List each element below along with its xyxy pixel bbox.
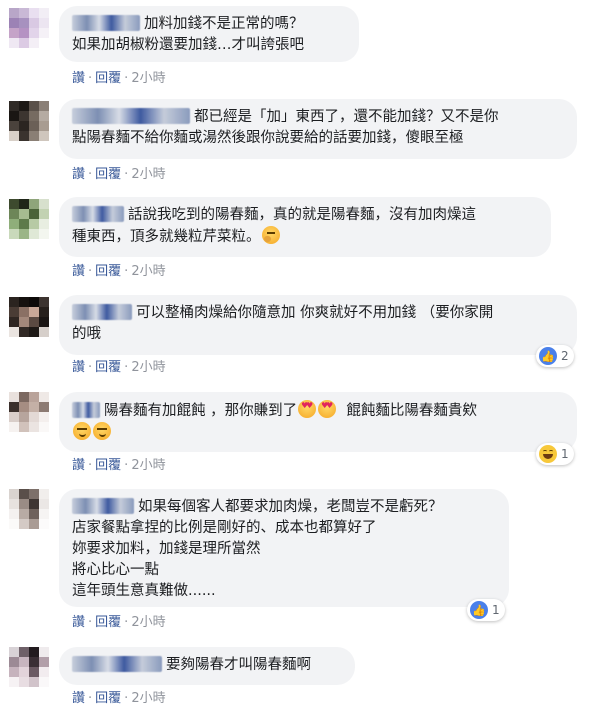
commenter-name[interactable] (72, 15, 140, 31)
avatar[interactable] (9, 199, 49, 239)
comment-feed: 加料加錢不是正常的嗎？ 如果加胡椒粉還要加錢…才叫誇張吧 讚 · 回覆 · 2小時 都已… (0, 0, 616, 718)
reaction-count[interactable]: 👍 2 (536, 345, 574, 367)
comment-text: 話說我吃到的陽春麵，真的就是陽春麵，沒有加肉燥這 (128, 207, 476, 223)
comment-text: 可以整桶肉燥給你隨意加 你爽就好不用加錢 （要你家開 (136, 305, 494, 321)
comment-text: 加料加錢不是正常的嗎？ (144, 16, 304, 32)
commenter-name[interactable] (72, 108, 190, 124)
comment-text: 陽春麵有加餛飩 ，那你賺到了 (104, 403, 298, 419)
like-button[interactable]: 讚 (72, 615, 85, 630)
like-button[interactable]: 讚 (72, 264, 85, 279)
reply-button[interactable]: 回覆 (95, 71, 121, 86)
commenter-name[interactable] (72, 304, 132, 320)
reply-button[interactable]: 回覆 (95, 691, 121, 706)
comment-text: 如果加胡椒粉還要加錢…才叫誇張吧 (72, 37, 304, 53)
commenter-name[interactable] (72, 402, 100, 418)
comment-text: 這年頭生意真難做...... (72, 583, 216, 599)
like-button[interactable]: 讚 (72, 458, 85, 473)
timestamp[interactable]: 2小時 (131, 264, 165, 279)
comment-bubble: 可以整桶肉燥給你隨意加 你爽就好不用加錢 （要你家開 的哦 (59, 295, 577, 355)
comment-bubble: 要夠陽春才叫陽春麵啊 (59, 647, 355, 685)
comment-actions: 讚 · 回覆 · 2小時 (72, 167, 166, 182)
comment-actions: 讚 · 回覆 · 2小時 (72, 71, 166, 86)
comment-bubble: 如果每個客人都要求加肉燥，老闆豈不是虧死？ 店家餐點拿捏的比例是剛好的、成本也都… (59, 489, 509, 607)
timestamp[interactable]: 2小時 (131, 167, 165, 182)
comment-text: 種東西，頂多就幾粒芹菜粒。 (72, 229, 261, 245)
timestamp[interactable]: 2小時 (131, 691, 165, 706)
comment-actions: 讚 · 回覆 · 2小時 (72, 458, 166, 473)
comment-actions: 讚 · 回覆 · 2小時 (72, 615, 166, 630)
comment-text: 的哦 (72, 326, 101, 342)
reply-button[interactable]: 回覆 (95, 167, 121, 182)
reaction-count[interactable]: 1 (536, 443, 574, 465)
timestamp[interactable]: 2小時 (131, 71, 165, 86)
timestamp[interactable]: 2小時 (131, 458, 165, 473)
comment-bubble: 話說我吃到的陽春麵，真的就是陽春麵，沒有加肉燥這 種東西，頂多就幾粒芹菜粒。 (59, 197, 551, 257)
comment-bubble: 加料加錢不是正常的嗎？ 如果加胡椒粉還要加錢…才叫誇張吧 (59, 6, 359, 62)
comment-bubble: 都已經是「加」東西了，還不能加錢？又不是你 點陽春麵不給你麵或湯然後跟你說要給的… (59, 99, 577, 159)
haha-icon (539, 445, 557, 463)
comment-text: 都已經是「加」東西了，還不能加錢？又不是你 (194, 109, 499, 125)
commenter-name[interactable] (72, 206, 124, 222)
reply-button[interactable]: 回覆 (95, 458, 121, 473)
like-button[interactable]: 讚 (72, 691, 85, 706)
smirk-emoji-icon (93, 422, 111, 440)
comment-text: 要夠陽春才叫陽春麵啊 (166, 657, 311, 673)
reply-button[interactable]: 回覆 (95, 360, 121, 375)
like-button[interactable]: 讚 (72, 71, 85, 86)
smirk-emoji-icon (73, 422, 91, 440)
avatar[interactable] (9, 647, 49, 687)
reply-button[interactable]: 回覆 (95, 615, 121, 630)
like-icon: 👍 (470, 601, 488, 619)
comment-text: 妳要求加料，加錢是理所當然 (72, 541, 261, 557)
commenter-name[interactable] (72, 498, 134, 514)
reaction-count[interactable]: 👍 1 (467, 599, 505, 621)
commenter-name[interactable] (72, 656, 162, 672)
comment-text: 將心比心一點 (72, 562, 159, 578)
like-icon: 👍 (539, 347, 557, 365)
comment-text: 餛飩麵比陽春麵貴欸 (346, 403, 477, 419)
avatar[interactable] (9, 489, 49, 529)
thinking-face-icon (261, 226, 280, 244)
timestamp[interactable]: 2小時 (131, 615, 165, 630)
comment-actions: 讚 · 回覆 · 2小時 (72, 691, 166, 706)
comment-text: 店家餐點拿捏的比例是剛好的、成本也都算好了 (72, 520, 377, 536)
comment-text: 如果每個客人都要求加肉燥，老闆豈不是虧死？ (138, 499, 443, 515)
comment-actions: 讚 · 回覆 · 2小時 (72, 264, 166, 279)
heart-eyes-emoji-icon (318, 400, 337, 418)
heart-eyes-emoji-icon (298, 400, 317, 418)
comment-actions: 讚 · 回覆 · 2小時 (72, 360, 166, 375)
avatar[interactable] (9, 297, 49, 337)
avatar[interactable] (9, 101, 49, 141)
comment-bubble: 陽春麵有加餛飩 ，那你賺到了 餛飩麵比陽春麵貴欸 (59, 392, 577, 452)
timestamp[interactable]: 2小時 (131, 360, 165, 375)
reply-button[interactable]: 回覆 (95, 264, 121, 279)
avatar[interactable] (9, 8, 49, 48)
like-button[interactable]: 讚 (72, 167, 85, 182)
avatar[interactable] (9, 392, 49, 432)
like-button[interactable]: 讚 (72, 360, 85, 375)
comment-text: 點陽春麵不給你麵或湯然後跟你說要給的話要加錢，傻眼至極 (72, 130, 464, 146)
